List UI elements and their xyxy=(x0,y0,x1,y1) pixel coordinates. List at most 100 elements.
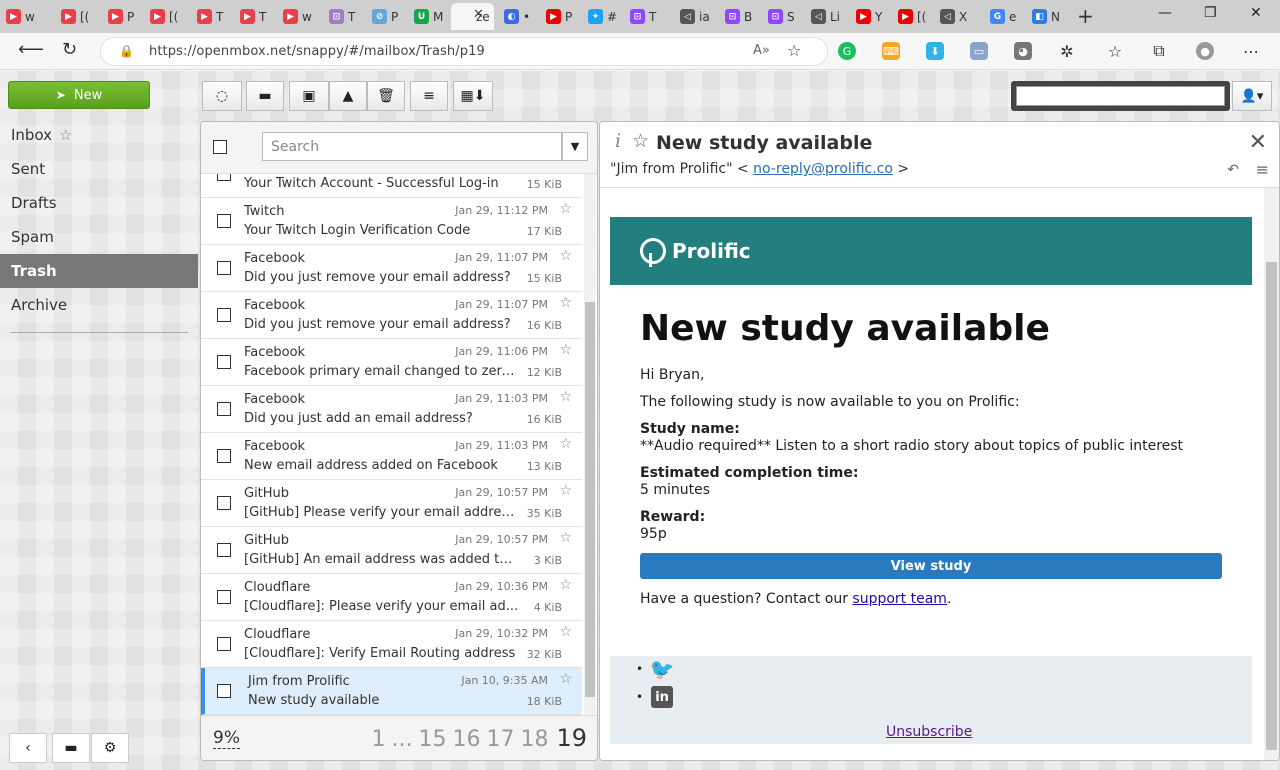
folder-item-trash[interactable]: Trash xyxy=(0,254,198,288)
star-icon[interactable]: ☆ xyxy=(559,248,572,264)
page-link[interactable]: 17 xyxy=(486,727,514,752)
maximize-button[interactable]: ❐ xyxy=(1204,5,1217,21)
message-row[interactable]: Jim from Prolific Jan 10, 9:35 AM ☆ New stu… xyxy=(201,668,582,715)
star-icon[interactable]: ☆ xyxy=(559,624,572,640)
browser-tab[interactable]: ▶ [( xyxy=(55,3,102,30)
browser-tab[interactable]: ▶ P xyxy=(102,3,144,30)
global-search-box[interactable] xyxy=(1011,81,1230,111)
folder-manage-button[interactable]: ▬ xyxy=(52,733,90,763)
message-list-scrollbar[interactable] xyxy=(584,174,596,715)
message-row[interactable]: GitHub Jan 29, 10:57 PM ☆ [GitHub] An email… xyxy=(201,527,582,574)
reader-scrollbar[interactable] xyxy=(1264,188,1279,760)
page-link[interactable]: 15 xyxy=(418,727,446,752)
view-study-button[interactable]: View study xyxy=(640,553,1222,579)
delete-button[interactable]: 🗑 xyxy=(367,81,405,111)
account-menu-button[interactable]: 👤▾ xyxy=(1232,81,1272,111)
browser-tab[interactable]: ▶ Y xyxy=(850,3,892,30)
folder-item-spam[interactable]: Spam xyxy=(0,220,198,254)
close-tab-icon[interactable]: ✕ xyxy=(473,7,484,22)
back-arrow-icon[interactable]: ⟵ xyxy=(18,39,44,60)
browser-tab[interactable]: ⊡ S xyxy=(762,3,805,30)
minimize-button[interactable]: — xyxy=(1158,5,1172,21)
profile-avatar[interactable]: ● xyxy=(1196,42,1214,60)
message-checkbox[interactable] xyxy=(217,214,231,228)
browser-tab[interactable]: ⊡ B xyxy=(719,3,762,30)
close-message-icon[interactable]: ✕ xyxy=(1249,130,1267,155)
twitter-link[interactable]: • 🐦 xyxy=(636,657,675,681)
select-all-checkbox[interactable] xyxy=(213,140,227,154)
message-checkbox[interactable] xyxy=(217,355,231,369)
message-checkbox[interactable] xyxy=(217,174,231,181)
more-options-icon[interactable]: ⋯ xyxy=(1242,42,1260,61)
message-menu-icon[interactable]: ≡ xyxy=(1256,160,1269,179)
browser-tab[interactable]: Ge xyxy=(984,3,1026,30)
url-field[interactable]: 🔒 https://openmbox.net/snappy/#/mailbox/… xyxy=(100,37,828,66)
refresh-button[interactable]: ◌ xyxy=(202,81,242,111)
message-row[interactable]: Cloudflare Jan 29, 10:36 PM ☆ [Cloudflare]:… xyxy=(201,574,582,621)
page-link[interactable]: 16 xyxy=(452,727,480,752)
reply-icon[interactable]: ↶ xyxy=(1227,162,1239,178)
star-icon[interactable]: ☆ xyxy=(559,201,572,217)
message-row[interactable]: Facebook Jan 29, 11:03 PM ☆ Did you just ad… xyxy=(201,386,582,433)
star-icon[interactable]: ☆ xyxy=(559,577,572,593)
message-row[interactable]: Twitch Jan 29, 11:12 PM ☆ Your Twitch Login… xyxy=(201,198,582,245)
new-message-button[interactable]: ➤ New xyxy=(8,81,150,109)
message-row[interactable]: Facebook Jan 29, 11:07 PM ☆ Did you just re… xyxy=(201,245,582,292)
message-row[interactable]: Facebook Jan 29, 11:07 PM ☆ Did you just re… xyxy=(201,292,582,339)
extension-badge-icon[interactable]: ▭ xyxy=(970,42,988,60)
support-team-link[interactable]: support team xyxy=(852,591,947,607)
star-icon[interactable]: ☆ xyxy=(559,483,572,499)
star-icon[interactable]: ☆ xyxy=(59,126,72,144)
reload-icon[interactable]: ↻ xyxy=(62,39,77,60)
browser-tab[interactable]: ⊘ P xyxy=(366,3,408,30)
extension-grammarly-icon[interactable]: G xyxy=(838,42,856,60)
calendar-dropdown-button[interactable]: ▦⬇ xyxy=(453,81,493,111)
scrollbar-thumb[interactable] xyxy=(1266,262,1277,750)
browser-tab[interactable]: UM xyxy=(408,3,451,30)
archive-button[interactable]: ▣ xyxy=(289,81,329,111)
browser-tab[interactable]: ▶ w xyxy=(0,3,55,30)
browser-tab[interactable]: ◧ N xyxy=(1026,3,1068,30)
message-checkbox[interactable] xyxy=(217,637,231,651)
message-checkbox[interactable] xyxy=(217,684,231,698)
star-icon[interactable]: ☆ xyxy=(559,295,572,311)
extension-cat-icon[interactable]: ◕ xyxy=(1014,42,1032,60)
browser-tab[interactable]: ▶ T xyxy=(234,3,277,30)
message-checkbox[interactable] xyxy=(217,308,231,322)
page-link[interactable]: 18 xyxy=(520,727,548,752)
page-link[interactable]: 1 xyxy=(371,727,385,752)
folder-item-archive[interactable]: Archive xyxy=(0,288,198,322)
message-row[interactable]: Cloudflare Jan 29, 10:32 PM ☆ [Cloudflare]:… xyxy=(201,621,582,668)
browser-tab[interactable]: ◁ X xyxy=(934,3,984,30)
browser-tab[interactable]: ▶ P xyxy=(540,3,582,30)
star-icon[interactable]: ☆ xyxy=(559,389,572,405)
spam-button[interactable]: ▲ xyxy=(329,81,367,111)
message-checkbox[interactable] xyxy=(217,496,231,510)
message-row[interactable]: Facebook Jan 29, 11:03 PM ☆ New email addre… xyxy=(201,433,582,480)
close-window-button[interactable]: ✕ xyxy=(1250,5,1262,21)
folder-item-drafts[interactable]: Drafts xyxy=(0,186,198,220)
page-link[interactable]: ... xyxy=(391,727,412,752)
settings-button[interactable]: ⚙ xyxy=(91,733,129,763)
more-actions-button[interactable]: ≡ xyxy=(410,81,448,111)
collapse-sidebar-button[interactable]: ‹ xyxy=(9,733,47,763)
browser-tab[interactable]: ◁ ia xyxy=(674,3,719,30)
global-search-input[interactable] xyxy=(1016,86,1225,106)
favorites-icon[interactable]: ☆ xyxy=(1106,42,1124,61)
browser-tab[interactable]: ⊡ T xyxy=(624,3,667,30)
message-row[interactable]: Your Twitch Account - Successful Log-in … xyxy=(201,174,582,198)
move-to-folder-button[interactable]: ▬ xyxy=(246,81,284,111)
new-tab-button[interactable]: + xyxy=(1077,4,1094,28)
message-checkbox[interactable] xyxy=(217,543,231,557)
unsubscribe-link[interactable]: Unsubscribe xyxy=(886,724,972,740)
message-checkbox[interactable] xyxy=(217,402,231,416)
browser-tab[interactable]: ▶ T xyxy=(191,3,234,30)
collections-icon[interactable]: ⧉ xyxy=(1150,41,1168,60)
star-icon[interactable]: ☆ xyxy=(559,530,572,546)
browser-tab[interactable]: ✦ # xyxy=(582,3,624,30)
extensions-puzzle-icon[interactable]: ✲ xyxy=(1058,42,1076,61)
folder-item-sent[interactable]: Sent xyxy=(0,152,198,186)
browser-tab[interactable]: ◁ Li xyxy=(805,3,850,30)
extension-keyboard-icon[interactable]: ⌨ xyxy=(882,42,900,60)
sender-email-link[interactable]: no-reply@prolific.co xyxy=(753,161,893,177)
